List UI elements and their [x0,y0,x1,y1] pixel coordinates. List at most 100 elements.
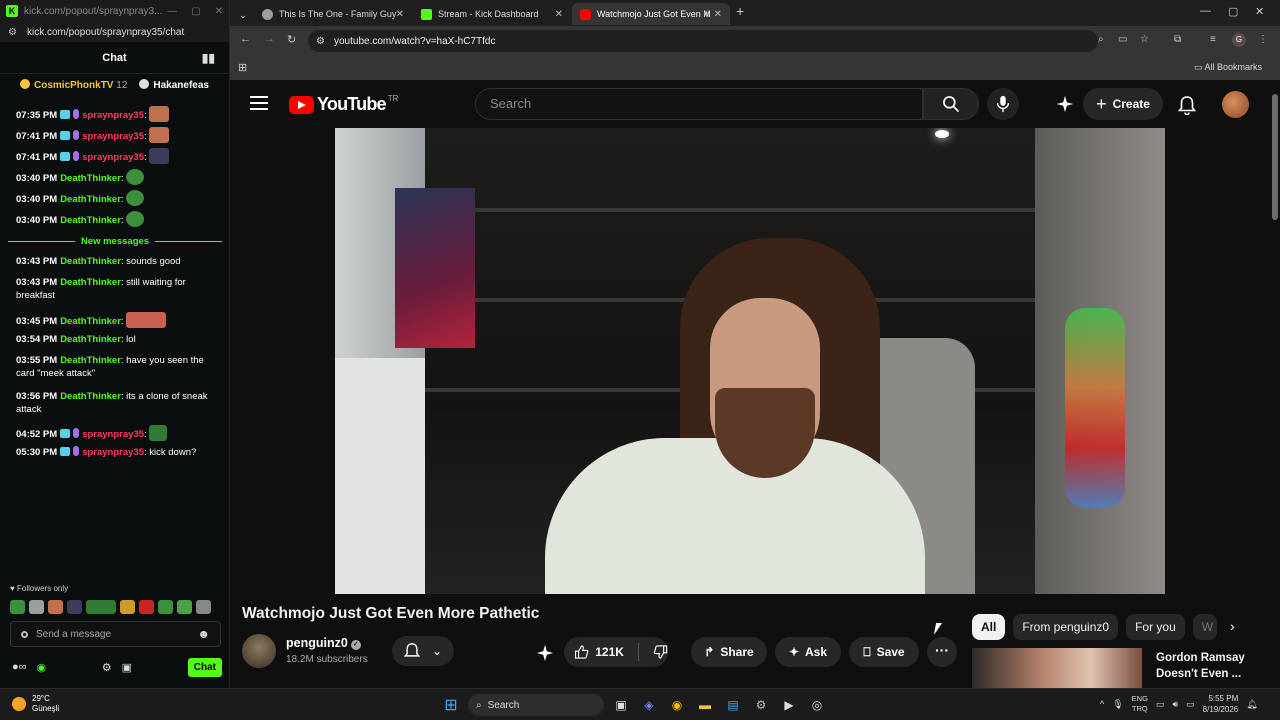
account-avatar[interactable] [1222,91,1249,118]
reload-icon[interactable]: ↻ [287,33,296,46]
message-username[interactable]: DeathThinker [60,316,121,327]
send-chat-button[interactable]: Chat [187,657,222,677]
chat-message[interactable]: 03:45 PM DeathThinker: [16,312,216,328]
message-username[interactable]: DeathThinker [60,173,121,184]
close-icon[interactable]: ✕ [215,6,223,17]
profile-avatar[interactable]: G [1232,33,1246,47]
message-username[interactable]: DeathThinker [60,277,121,288]
chat-stats-icon[interactable]: ▮▮ [202,51,215,65]
subscription-bell-button[interactable]: ⌄ [392,636,454,666]
chat-message[interactable]: 03:43 PM DeathThinker: sounds good [16,255,216,268]
emote-button[interactable] [10,600,25,614]
menu-icon[interactable] [250,96,268,114]
maximize-icon[interactable]: ▢ [1228,5,1238,18]
send-message-input[interactable]: Send a message ☻ [10,621,221,647]
kick-rewards-icon[interactable]: ◉ [37,661,47,674]
create-button[interactable]: + Create [1083,88,1163,120]
search-input[interactable]: Search [475,88,923,120]
emote-button[interactable] [196,600,211,614]
copilot-icon[interactable]: ◈ [638,694,660,716]
message-username[interactable]: spraynpray35 [82,429,144,440]
video-player[interactable] [335,128,1165,594]
notifications-bell-icon[interactable] [1178,95,1196,115]
store-icon[interactable]: ▤ [722,694,744,716]
windows-start-icon[interactable]: ⊞ [440,694,462,716]
chat-message[interactable]: 03:40 PM DeathThinker: [16,211,216,227]
chat-message[interactable]: 07:41 PM spraynpray35: [16,127,216,143]
emote-button[interactable] [67,600,82,614]
emoji-icon[interactable]: ☻ [197,627,210,641]
pinned-user-2[interactable]: Hakanefeas [139,79,209,91]
message-username[interactable]: DeathThinker [60,334,121,345]
weather-widget[interactable]: 29°C Güneşli [12,694,59,714]
emote-button[interactable] [177,600,192,614]
more-menu-icon[interactable]: ⋮ [1258,34,1268,45]
channel-avatar[interactable] [242,634,276,668]
chat-message[interactable]: 03:55 PM DeathThinker: have you seen the … [16,354,216,380]
chat-message[interactable]: 07:41 PM spraynpray35: [16,148,216,164]
extensions-icon[interactable]: ⧉ [1174,34,1181,45]
chat-message[interactable]: 04:52 PM spraynpray35: [16,425,216,441]
chat-url-bar[interactable]: ⚙ kick.com/popout/spraynpray35/chat [0,22,229,42]
minimize-icon[interactable]: — [167,6,177,17]
message-username[interactable]: spraynpray35 [82,110,144,121]
reading-list-icon[interactable]: ≡ [1210,34,1216,45]
new-tab-button[interactable]: + [736,3,744,19]
site-info-icon[interactable]: ⚙ [316,36,325,47]
chat-message[interactable]: 03:40 PM DeathThinker: [16,169,216,185]
chevron-right-icon[interactable]: › [1230,618,1235,634]
tab-youtube[interactable]: Watchmojo Just Got Even M 🔊︎ ✕ [572,3,730,25]
bookmark-star-icon[interactable]: ☆ [1140,34,1149,45]
chip-more[interactable]: W [1192,614,1217,640]
taskbar-search[interactable]: ⌕ Search [468,694,604,716]
tab-kick-dashboard[interactable]: Stream - Kick Dashboard ✕ [413,3,571,25]
search-button[interactable] [923,88,979,120]
close-tab-icon[interactable]: ✕ [555,9,563,20]
ai-sparkle-icon[interactable] [1056,95,1074,113]
chat-message[interactable]: 03:43 PM DeathThinker: still waiting for … [16,276,216,302]
more-actions-button[interactable]: ··· [927,637,957,667]
voice-search-button[interactable] [987,88,1019,120]
settings-gear-icon[interactable]: ⚙ [750,694,772,716]
ai-sparkle-icon[interactable] [536,644,554,662]
volume-icon[interactable]: 🔊︎ [1172,699,1178,710]
emote-button[interactable] [158,600,173,614]
mod-tools-icon[interactable]: ▣ [122,661,132,674]
ask-button[interactable]: ✦ Ask [775,637,841,667]
youtube-logo[interactable]: YouTube TR [289,94,398,115]
microphone-icon[interactable]: 🎙︎ [1112,699,1123,710]
zoom-icon[interactable]: ⌕ [1098,34,1104,45]
forward-icon[interactable]: → [264,33,275,45]
maximize-icon[interactable]: ▢ [191,6,200,17]
obs-icon[interactable]: ◎ [806,694,828,716]
message-username[interactable]: spraynpray35 [82,447,144,458]
save-button[interactable]: ⎕ Save [849,637,919,667]
chat-message[interactable]: 03:56 PM DeathThinker: its a clone of sne… [16,390,216,416]
close-icon[interactable]: ✕ [1255,5,1264,18]
chip-from-channel[interactable]: From penguinz0 [1013,614,1119,640]
message-username[interactable]: DeathThinker [60,391,121,402]
chat-message[interactable]: 03:40 PM DeathThinker: [16,190,216,206]
url-input[interactable]: ⚙ youtube.com/watch?v=haX-hC7Tfdc [308,30,1098,52]
message-username[interactable]: spraynpray35 [82,131,144,142]
cast-icon[interactable]: ▭ [1118,34,1127,45]
message-username[interactable]: DeathThinker [60,355,121,366]
chat-message[interactable]: 07:35 PM spraynpray35: [16,106,216,122]
dislike-icon[interactable] [653,643,668,661]
chip-for-you[interactable]: For you [1126,614,1185,640]
task-view-icon[interactable]: ▣ [610,694,632,716]
clock[interactable]: 5:55 PM 8/19/2026 [1203,693,1239,715]
share-button[interactable]: ↱ Share [691,637,767,667]
all-bookmarks[interactable]: ▭ All Bookmarks [1194,62,1262,73]
media-player-icon[interactable]: ▶ [778,694,800,716]
channel-name[interactable]: penguinz0 ✓ [286,636,361,650]
recommended-thumbnail[interactable] [972,648,1142,688]
settings-icon[interactable]: ⚙ [102,661,112,674]
message-username[interactable]: DeathThinker [60,194,121,205]
chat-message[interactable]: 05:30 PM spraynpray35: kick down? [16,446,216,459]
chat-message[interactable]: 03:54 PM DeathThinker: lol [16,333,216,346]
chip-all[interactable]: All [972,614,1006,640]
emote-button[interactable] [86,600,116,614]
audio-playing-icon[interactable]: 🔊︎ [704,9,710,20]
points-icon[interactable]: ●∞ [12,661,27,673]
